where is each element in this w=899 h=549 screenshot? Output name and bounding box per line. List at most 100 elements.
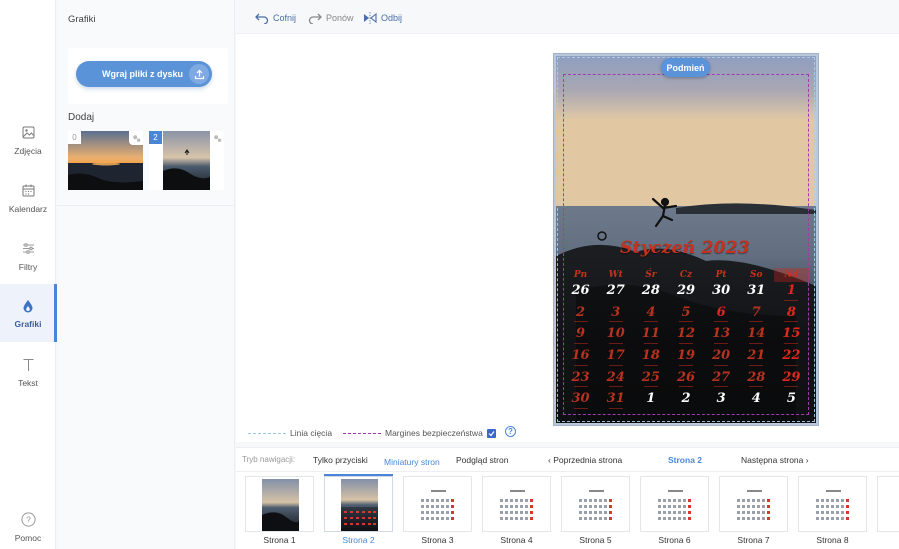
- calendar-page-preview: [816, 490, 849, 520]
- calendar-day: 17: [598, 347, 633, 369]
- calendar-day: 22: [774, 347, 809, 369]
- undo-button[interactable]: Cofnij: [255, 11, 296, 25]
- calendar-icon: [20, 183, 36, 199]
- page-thumbnail-4[interactable]: [482, 476, 551, 532]
- safe-margin-swatch: [343, 432, 381, 434]
- sidebar-item-photos[interactable]: Zdjęcia: [0, 114, 56, 166]
- calendar-weekday: Nd: [773, 268, 809, 282]
- calendar-day: 1: [774, 282, 809, 304]
- calendar-day: 30: [563, 390, 598, 412]
- calendar-week-row: 23 24 25 26 27 28 29: [563, 369, 809, 391]
- svg-text:?: ?: [26, 515, 31, 525]
- panel-divider: [57, 205, 235, 206]
- page-label: Strona 5: [579, 535, 612, 545]
- sidebar-item-graphics[interactable]: Grafiki: [0, 284, 57, 342]
- calendar-day: 13: [704, 325, 739, 347]
- flip-button[interactable]: Odbij: [363, 11, 402, 25]
- usage-count-badge: 0: [68, 131, 81, 144]
- nav-mode-buttons-only[interactable]: Tylko przyciski: [313, 455, 368, 465]
- calendar-day: 4: [633, 304, 668, 326]
- calendar-day: 18: [633, 347, 668, 369]
- sidebar-item-label: Kalendarz: [8, 203, 48, 214]
- upload-card: Wgraj pliki z dysku: [68, 48, 228, 104]
- graphic-thumbnail[interactable]: 0: [68, 131, 143, 190]
- calendar-day: 9: [563, 325, 598, 347]
- sidebar-item-label: Filtry: [18, 261, 38, 272]
- page-label: Strona 7: [737, 535, 770, 545]
- calendar-weekday: Cz: [679, 270, 693, 280]
- sidebar-item-label: Tekst: [18, 377, 38, 388]
- calendar-day: 23: [563, 369, 598, 391]
- next-page-button[interactable]: Następna strona ›: [741, 455, 809, 465]
- page-thumbnail-5[interactable]: [561, 476, 630, 532]
- page-thumbnail-9-partial[interactable]: [877, 476, 899, 532]
- calendar-day: 21: [739, 347, 774, 369]
- calendar-day: 30: [712, 283, 731, 298]
- calendar-day: 5: [668, 304, 703, 326]
- calendar-day: 11: [633, 325, 668, 347]
- calendar-day: 24: [598, 369, 633, 391]
- upload-button[interactable]: Wgraj pliki z dysku: [76, 61, 212, 87]
- gear-icon[interactable]: [210, 131, 224, 145]
- page-label: Strona 3: [421, 535, 454, 545]
- calendar-week-row: 26 27 28 29 30 31 1: [563, 282, 809, 304]
- help-button[interactable]: ? Pomoc: [0, 504, 56, 549]
- page-thumbnail-3[interactable]: [403, 476, 472, 532]
- usage-count-badge: 2: [149, 131, 162, 144]
- calendar-weekday: So: [750, 270, 763, 280]
- calendar-day: 2: [681, 391, 691, 407]
- nav-mode-thumbnails[interactable]: Miniatury stron: [384, 457, 440, 467]
- page-thumbnail-7[interactable]: [719, 476, 788, 532]
- undo-label: Cofnij: [273, 13, 297, 23]
- calendar-page-preview: [500, 490, 533, 520]
- calendar-day: 16: [563, 347, 598, 369]
- help-circle-icon: ?: [20, 512, 36, 528]
- calendar-month-title: Styczeń 2023: [619, 238, 751, 258]
- cut-line-swatch: [248, 432, 286, 434]
- replace-photo-button[interactable]: Podmień: [661, 58, 710, 77]
- gear-icon[interactable]: [129, 131, 143, 145]
- nav-mode-preview[interactable]: Podgląd stron: [456, 455, 508, 465]
- calendar-day: 19: [668, 347, 703, 369]
- page-thumbnail-6[interactable]: [640, 476, 709, 532]
- calendar-day: 3: [716, 391, 726, 407]
- calendar-weekday: Wt: [608, 270, 623, 280]
- calendar-day: 26: [571, 283, 590, 298]
- sliders-icon: [20, 241, 36, 257]
- panel-title: Grafiki: [68, 14, 96, 25]
- sidebar-item-calendar[interactable]: Kalendarz: [0, 172, 56, 224]
- sidebar-item-filters[interactable]: Filtry: [0, 230, 56, 282]
- calendar-day: 31: [747, 283, 766, 298]
- calendar-page-preview: [579, 490, 612, 520]
- editor-toolbar: Cofnij Ponów Odbij: [236, 0, 899, 34]
- page-thumbnail-2[interactable]: [324, 476, 393, 532]
- calendar-week-row: 9 10 11 12 13 14 15: [563, 325, 809, 347]
- sidebar-item-label: Zdjęcia: [14, 145, 42, 156]
- legend-help-icon[interactable]: ?: [505, 426, 516, 437]
- graphic-thumbnail[interactable]: 2: [149, 131, 224, 190]
- image-icon: [20, 125, 36, 141]
- page-label: Strona 4: [500, 535, 533, 545]
- calendar-day: 5: [786, 391, 796, 407]
- calendar-page-preview: [658, 490, 691, 520]
- page-2-preview: [341, 479, 378, 531]
- redo-button[interactable]: Ponów: [308, 11, 354, 25]
- cut-line-legend: Linia cięcia: [248, 428, 332, 438]
- calendar-week-row: 2345678: [563, 304, 809, 326]
- help-label: Pomoc: [14, 532, 42, 543]
- safe-margin-legend[interactable]: Margines bezpieczeństwa: [343, 428, 496, 438]
- calendar-weekday: Śr: [645, 270, 657, 280]
- previous-page-button[interactable]: ‹ Poprzednia strona: [548, 455, 622, 465]
- flip-icon: [364, 12, 377, 24]
- calendar-day: 3: [598, 304, 633, 326]
- calendar-day: 12: [668, 325, 703, 347]
- page-thumbnail-8[interactable]: [798, 476, 867, 532]
- calendar-day: 15: [774, 325, 809, 347]
- page-navigation-bar: Tryb nawigacji: Tylko przyciski Miniatur…: [236, 447, 899, 472]
- upload-icon: [189, 64, 209, 84]
- calendar-week-row: 16 17 18 19 20 21 22: [563, 347, 809, 369]
- redo-icon: [308, 13, 322, 24]
- sidebar-item-text[interactable]: Tekst: [0, 346, 56, 398]
- safe-margin-checkbox[interactable]: [486, 428, 496, 438]
- page-thumbnail-1[interactable]: [245, 476, 314, 532]
